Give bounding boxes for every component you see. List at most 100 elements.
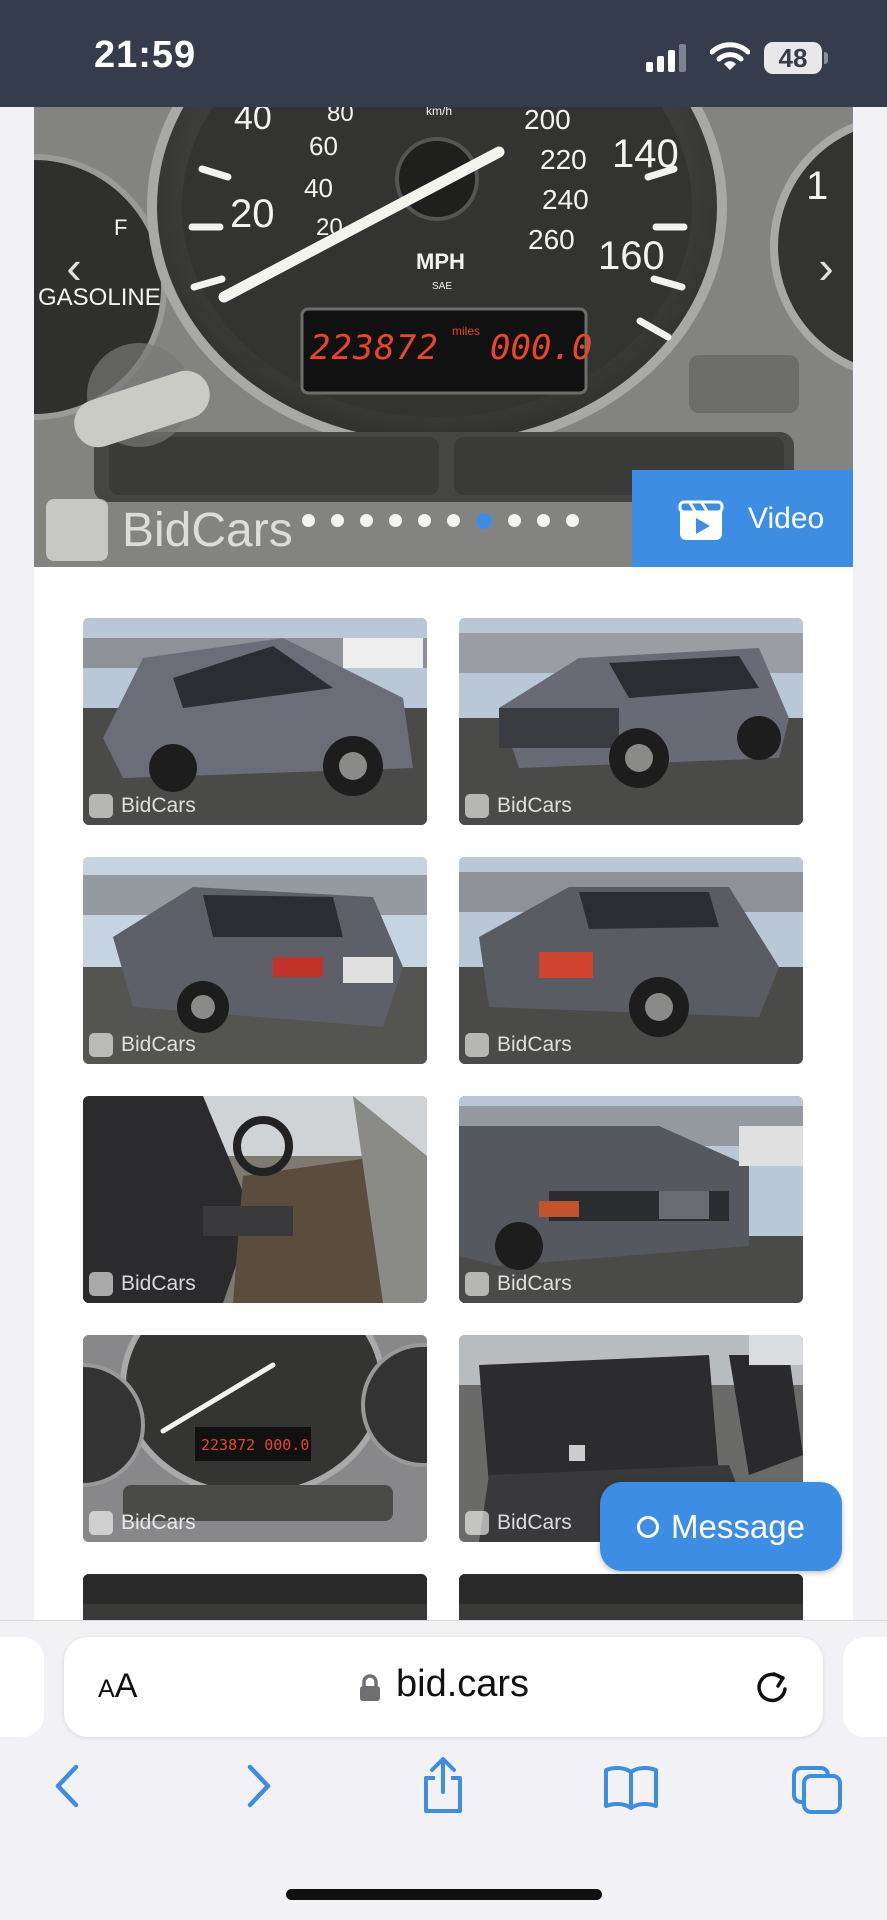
thumbnail-watermark-text: BidCars	[121, 1511, 196, 1534]
wifi-icon	[710, 42, 750, 70]
aa-big: A	[114, 1667, 138, 1705]
bookmarks-icon[interactable]	[602, 1764, 660, 1810]
status-time: 21:59	[94, 34, 197, 76]
address-bar[interactable]: AA bid.cars	[64, 1637, 823, 1737]
gallery-thumbnail[interactable]: 223872 000.0 BidCars	[83, 1335, 427, 1542]
gallery-next-button[interactable]: ›	[806, 237, 846, 297]
gallery-thumbnail[interactable]: BidCars	[83, 857, 427, 1064]
thumbnail-watermark: BidCars	[89, 1033, 196, 1057]
gauge-label: 60	[309, 131, 338, 161]
bidcars-logo-icon	[465, 1033, 489, 1057]
thumbnail-watermark: BidCars	[89, 1272, 196, 1296]
back-icon[interactable]	[48, 1761, 88, 1811]
share-icon[interactable]	[418, 1756, 468, 1814]
pagination-dot[interactable]	[447, 514, 460, 527]
pagination-dot[interactable]	[508, 514, 521, 527]
thumbnail-watermark-text: BidCars	[121, 794, 196, 817]
previous-tab-card[interactable]	[0, 1637, 44, 1737]
gallery-pagination[interactable]	[302, 512, 579, 529]
video-label: Video	[748, 501, 825, 535]
bidcars-logo-icon	[89, 1511, 113, 1535]
gallery-thumbnail[interactable]: BidCars	[459, 1096, 803, 1303]
svg-text:223872 000.0: 223872 000.0	[201, 1436, 309, 1454]
thumbnail-watermark-text: BidCars	[497, 1511, 572, 1534]
url-text: bid.cars	[396, 1663, 530, 1705]
thumbnail-watermark-text: BidCars	[121, 1033, 196, 1056]
pagination-dot[interactable]	[331, 514, 344, 527]
bidcars-logo-icon	[465, 1511, 489, 1535]
status-bar: 21:59 48	[0, 0, 887, 107]
message-status-icon	[637, 1515, 660, 1538]
thumbnail-watermark: BidCars	[465, 1272, 572, 1296]
gallery-thumbnail[interactable]: BidCars	[83, 618, 427, 825]
gauge-label: 140	[612, 132, 679, 176]
cellular-signal-icon	[646, 44, 686, 72]
thumbnail-watermark-text: BidCars	[497, 1272, 572, 1295]
gauge-unit-kmh: km/h	[426, 107, 452, 118]
gauge-label: 220	[540, 144, 587, 175]
fuel-mark: F	[114, 215, 127, 240]
gauge-label: 40	[304, 173, 333, 203]
battery-icon: 48	[764, 42, 822, 74]
next-tab-card[interactable]	[843, 1637, 887, 1737]
odometer-reading: 223872	[310, 328, 439, 368]
bidcars-logo-icon	[89, 794, 113, 818]
battery-tip	[824, 52, 828, 64]
thumbnail-watermark-text: BidCars	[497, 1033, 572, 1056]
gallery-thumbnail[interactable]	[83, 1574, 427, 1620]
tabs-icon[interactable]	[790, 1764, 844, 1814]
gauge-label: 240	[542, 184, 589, 215]
thumbnail-watermark: BidCars	[465, 1033, 572, 1057]
page-settings-button[interactable]: AA	[98, 1667, 137, 1706]
message-label: Message	[671, 1507, 805, 1545]
thumbnail-watermark: BidCars	[89, 794, 196, 818]
pagination-dot[interactable]	[566, 514, 579, 527]
gauge-unit: MPH	[416, 249, 465, 274]
pagination-dot[interactable]	[537, 514, 550, 527]
thumbnail-watermark: BidCars	[465, 794, 572, 818]
gallery-thumbnail[interactable]: BidCars	[459, 618, 803, 825]
home-indicator	[286, 1889, 602, 1900]
bidcars-logo-icon	[465, 794, 489, 818]
bidcars-logo-icon	[89, 1033, 113, 1057]
forward-icon[interactable]	[238, 1761, 278, 1811]
thumbnail-watermark: BidCars	[465, 1511, 572, 1535]
thumbnail-image	[459, 1574, 803, 1620]
watermark: BidCars	[46, 499, 293, 561]
thumbnail-watermark-text: BidCars	[121, 1272, 196, 1295]
pagination-dot[interactable]	[360, 514, 373, 527]
thumbnail-image	[83, 1574, 427, 1620]
lock-icon	[360, 1674, 380, 1701]
thumbnail-watermark-text: BidCars	[497, 794, 572, 817]
hero-photo-gauge-cluster[interactable]: 223872 miles 000.0 40 80 60 40 20 20 km/…	[34, 107, 853, 567]
phone-screen: 21:59 48 223872 miles 000.0 40 80 60 40 …	[0, 0, 887, 1920]
pagination-dot[interactable]	[476, 512, 492, 529]
gauge-label: 40	[234, 107, 272, 137]
pagination-dot[interactable]	[389, 514, 402, 527]
gauge-label: 20	[230, 192, 275, 236]
gallery-thumbnail[interactable]: BidCars	[459, 857, 803, 1064]
message-button[interactable]: Message	[600, 1482, 842, 1571]
bidcars-logo-icon	[465, 1272, 489, 1296]
video-play-icon	[678, 500, 724, 540]
aa-small: A	[98, 1675, 115, 1703]
trip-reading: 000.0	[490, 328, 592, 368]
gauge-label: 80	[327, 107, 354, 127]
gauge-label: 160	[598, 234, 665, 278]
gallery-prev-button[interactable]: ‹	[54, 237, 94, 297]
pagination-dot[interactable]	[302, 514, 315, 527]
gauge-label: 20	[316, 214, 343, 241]
side-gauge-mark: 1	[806, 164, 828, 208]
gauge-label: 200	[524, 107, 571, 135]
reload-icon[interactable]	[752, 1667, 792, 1707]
thumbnail-watermark: BidCars	[89, 1511, 196, 1535]
gauge-label: 260	[528, 224, 575, 255]
bidcars-logo-icon	[89, 1272, 113, 1296]
pagination-dot[interactable]	[418, 514, 431, 527]
listing-content[interactable]: 223872 miles 000.0 40 80 60 40 20 20 km/…	[34, 107, 853, 1620]
video-button[interactable]: Video	[632, 470, 853, 567]
gallery-thumbnail[interactable]	[459, 1574, 803, 1620]
gauge-subunit: SAE	[432, 281, 452, 292]
gallery-thumbnail[interactable]: BidCars	[83, 1096, 427, 1303]
bidcars-logo-icon	[46, 499, 108, 561]
